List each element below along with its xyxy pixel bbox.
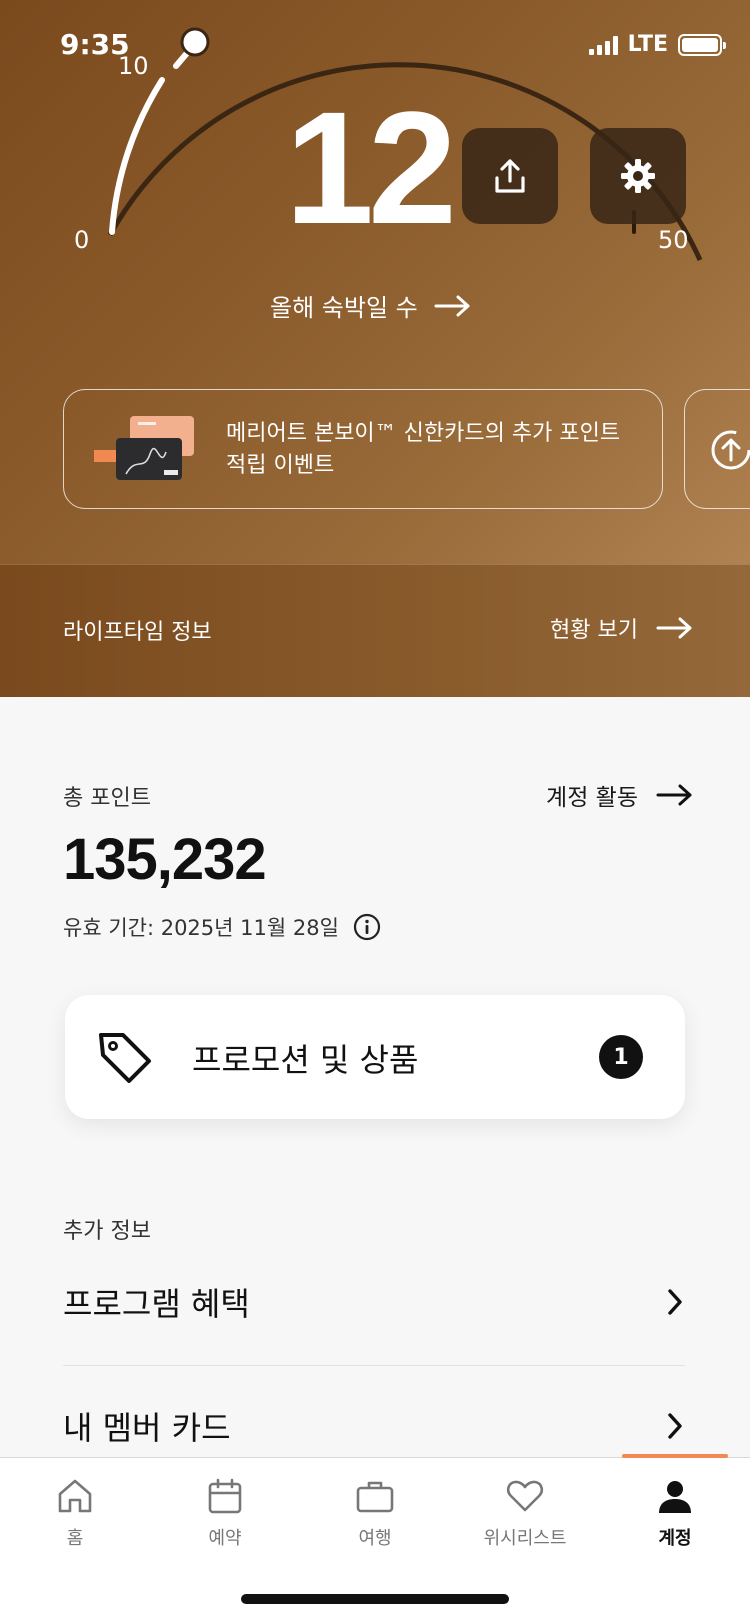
network-label: LTE [627, 32, 668, 57]
tab-reservations[interactable]: 예약 [150, 1476, 300, 1550]
card-promo-line1: 메리어트 본보이™ 신한카드의 추가 포인트 [226, 421, 621, 446]
tab-reservations-label: 예약 [208, 1528, 242, 1549]
tab-account-label: 계정 [658, 1528, 692, 1549]
gear-icon [621, 159, 655, 193]
suitcase-icon [356, 1481, 394, 1513]
secondary-promo-card[interactable] [684, 389, 750, 509]
tag-icon [99, 1033, 151, 1083]
nights-link[interactable]: 올해 숙박일 수 [270, 288, 472, 323]
tab-wishlist-label: 위시리스트 [483, 1528, 567, 1549]
gauge-max-label: 50 [658, 226, 689, 254]
total-points-label: 총 포인트 [63, 786, 151, 811]
points-expiry-text: 유효 기간: 2025년 11월 28일 [63, 916, 339, 940]
tab-trips[interactable]: 여행 [300, 1476, 450, 1550]
tab-account[interactable]: 계정 [600, 1476, 750, 1550]
promotions-count-badge: 1 [599, 1035, 643, 1079]
person-icon [659, 1481, 691, 1513]
card-promo-banner[interactable]: 메리어트 본보이™ 신한카드의 추가 포인트 적립 이벤트 [63, 389, 663, 509]
promotions-label: 프로모션 및 상품 [192, 1041, 419, 1079]
points-expiry: 유효 기간: 2025년 11월 28일 [63, 912, 381, 942]
program-benefits-label: 프로그램 혜택 [63, 1285, 250, 1323]
total-points-value: 135,232 [63, 827, 267, 892]
arrow-right-icon [656, 617, 692, 639]
account-activity-link[interactable]: 계정 활동 [546, 778, 694, 812]
upgrade-icon [711, 430, 750, 470]
member-card-label: 내 멤버 카드 [63, 1409, 231, 1447]
signal-icon [588, 35, 618, 55]
promotions-button[interactable]: 프로모션 및 상품 1 [65, 995, 685, 1119]
share-button[interactable] [462, 128, 558, 224]
lifetime-label: 라이프타임 정보 [63, 620, 212, 645]
arrow-right-icon [656, 784, 692, 806]
row-divider [63, 1365, 685, 1366]
account-activity-label: 계정 활동 [546, 785, 638, 811]
chevron-right-icon [668, 1289, 682, 1315]
home-indicator [241, 1594, 509, 1604]
tab-wishlist[interactable]: 위시리스트 [450, 1476, 600, 1550]
hero-section: 9:35 LTE 10 0 50 12 올해 숙박일 수 메리어트 본보이™ 신… [0, 0, 750, 697]
more-info-label: 추가 정보 [63, 1219, 151, 1244]
home-icon [58, 1479, 92, 1513]
lifetime-link-label: 현황 보기 [550, 618, 638, 643]
gauge-min-label: 0 [74, 226, 90, 254]
share-icon [495, 159, 525, 193]
settings-button[interactable] [590, 128, 686, 224]
info-icon[interactable] [353, 913, 381, 941]
nights-count: 12 [285, 78, 457, 257]
lifetime-status-link[interactable]: 현황 보기 [550, 612, 694, 644]
heart-icon [506, 1480, 544, 1512]
card-promo-text: 메리어트 본보이™ 신한카드의 추가 포인트 적립 이벤트 [226, 418, 620, 482]
credit-card-image [94, 416, 194, 480]
chevron-right-icon [668, 1413, 682, 1439]
tab-trips-label: 여행 [358, 1528, 392, 1549]
tab-home[interactable]: 홈 [0, 1476, 150, 1550]
calendar-icon [208, 1478, 242, 1514]
program-benefits-row[interactable]: 프로그램 혜택 [63, 1257, 685, 1347]
arrow-right-icon [434, 295, 470, 316]
card-promo-line2: 적립 이벤트 [226, 453, 335, 478]
status-indicators: LTE [588, 32, 726, 57]
battery-icon [678, 33, 726, 56]
nights-label: 올해 숙박일 수 [270, 294, 418, 322]
gauge-mark-label: 10 [118, 52, 149, 80]
active-tab-indicator [622, 1454, 728, 1458]
tab-home-label: 홈 [66, 1528, 84, 1549]
